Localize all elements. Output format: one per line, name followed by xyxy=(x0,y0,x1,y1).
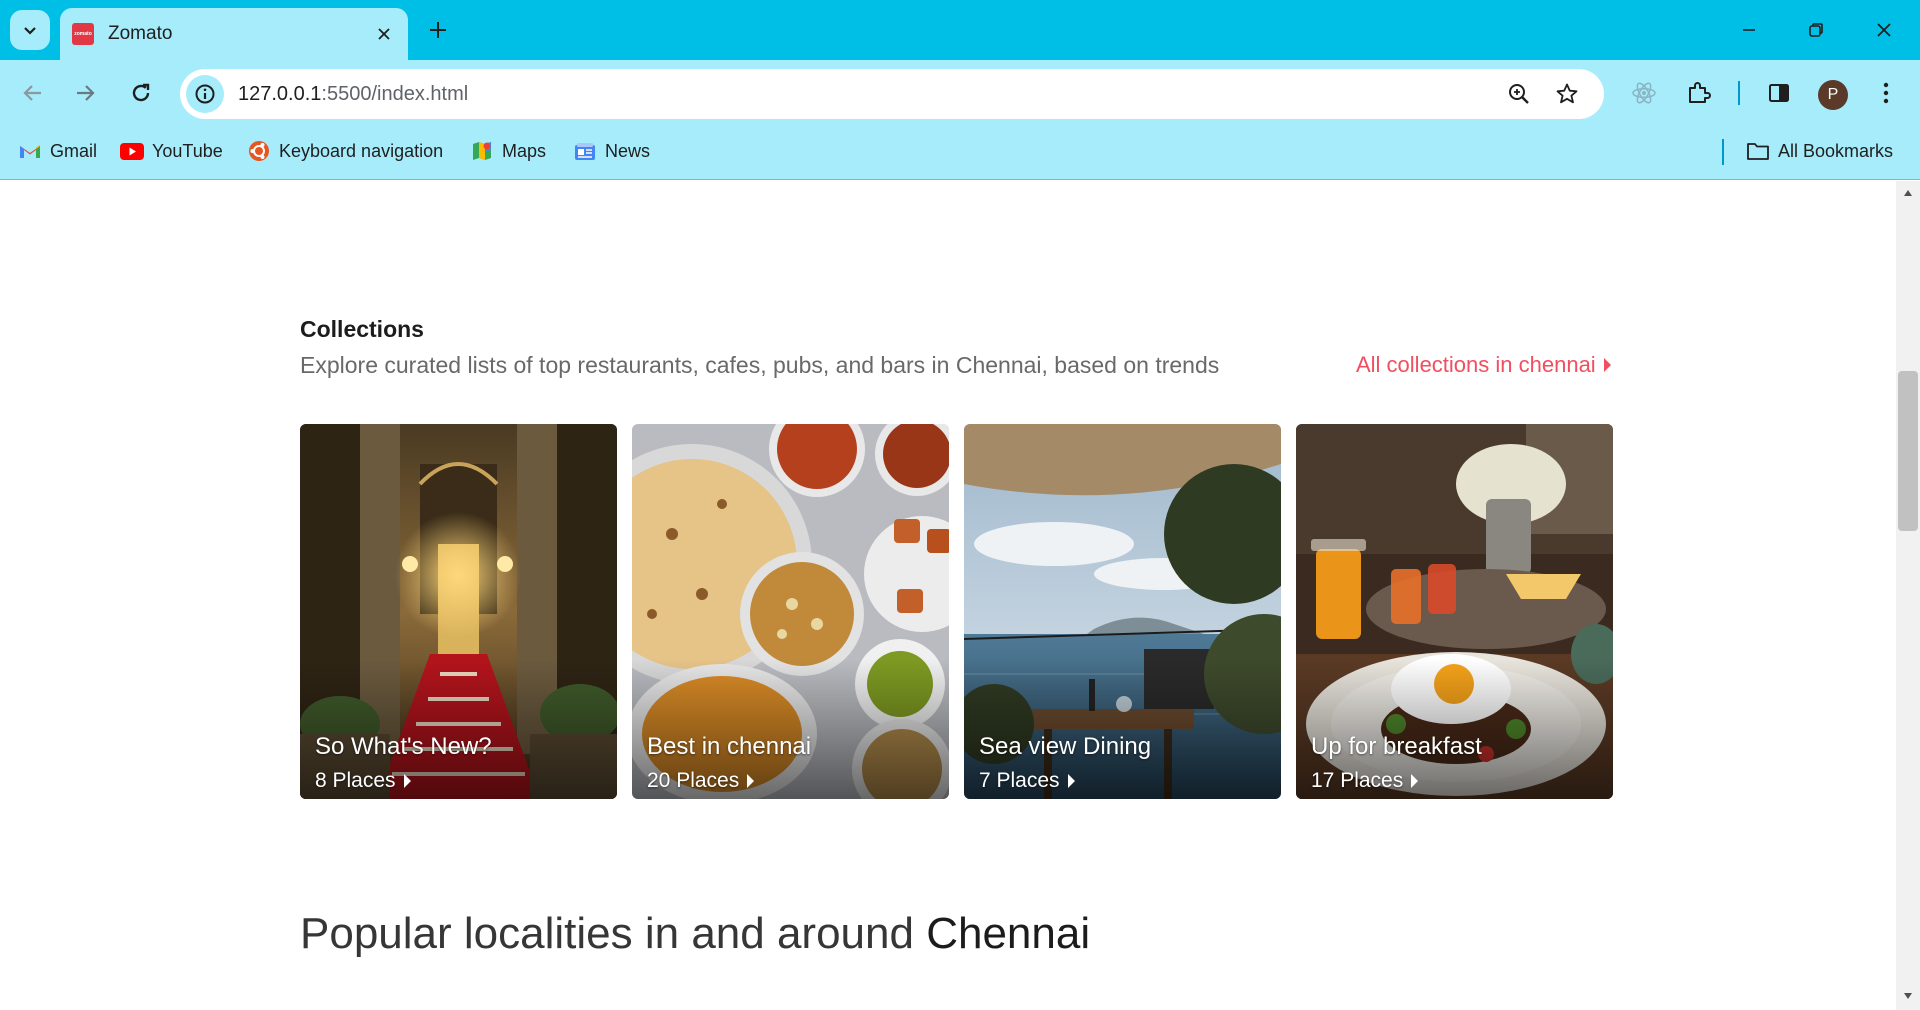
address-bar[interactable]: 127.0.0.1:5500/index.html xyxy=(180,69,1604,119)
puzzle-icon xyxy=(1689,82,1711,103)
ubuntu-icon xyxy=(247,139,271,163)
popular-localities-heading: Popular localities in and around Chennai xyxy=(300,909,1090,959)
bookmark-youtube[interactable]: YouTube xyxy=(120,137,223,165)
card-places-count: 7 Places xyxy=(979,769,1075,793)
card-places-count: 17 Places xyxy=(1311,769,1419,793)
collections-subtitle: Explore curated lists of top restaurants… xyxy=(300,352,1220,378)
caret-right-icon xyxy=(403,774,411,788)
zomato-favicon-icon: zomato xyxy=(72,23,94,45)
bookmark-maps[interactable]: Maps xyxy=(470,137,546,165)
places-count-label: 7 Places xyxy=(979,769,1060,792)
browser-toolbar: 127.0.0.1:5500/index.html xyxy=(0,60,1920,125)
folder-icon xyxy=(1746,139,1770,163)
collections-title: Collections xyxy=(300,316,424,342)
bookmark-label: Keyboard navigation xyxy=(279,140,444,161)
youtube-icon xyxy=(120,139,144,163)
site-info-button[interactable] xyxy=(186,75,224,113)
places-count-label: 17 Places xyxy=(1311,769,1404,792)
all-bookmarks-label: All Bookmarks xyxy=(1778,140,1894,161)
close-icon xyxy=(1877,23,1891,37)
side-panel-button[interactable] xyxy=(1760,74,1798,112)
page-viewport: Collections Explore curated lists of top… xyxy=(0,181,1896,1010)
favicon-text: zomato xyxy=(74,31,92,37)
collection-card-sea-view-dining[interactable]: Sea view Dining 7 Places xyxy=(964,424,1281,799)
popular-city: Chennai xyxy=(926,909,1091,958)
bookmark-news[interactable]: News xyxy=(573,137,650,165)
reload-button[interactable] xyxy=(122,74,160,112)
all-bookmarks-button[interactable]: All Bookmarks xyxy=(1746,137,1893,165)
star-icon xyxy=(1556,83,1578,104)
tab-search-button[interactable] xyxy=(10,10,50,50)
new-tab-button[interactable] xyxy=(424,16,452,44)
more-vertical-icon xyxy=(1883,82,1889,104)
back-button[interactable] xyxy=(14,74,52,112)
chevron-down-icon xyxy=(24,27,36,35)
side-panel-icon xyxy=(1769,84,1789,102)
card-title: Sea view Dining xyxy=(979,733,1152,760)
bookmark-keyboard-navigation[interactable]: Keyboard navigation xyxy=(247,137,443,165)
reload-icon xyxy=(132,83,150,102)
collection-card-up-for-breakfast[interactable]: Up for breakfast 17 Places xyxy=(1296,424,1613,799)
places-count-label: 20 Places xyxy=(647,769,740,792)
tab-strip: zomato Zomato xyxy=(0,0,1920,60)
gmail-icon xyxy=(18,139,42,163)
news-icon xyxy=(573,139,597,163)
close-icon xyxy=(378,28,390,40)
bookmarks-bar: Gmail YouTube Keyboard navigation Maps N… xyxy=(0,125,1920,180)
browser-menu-button[interactable] xyxy=(1867,74,1905,112)
places-count-label: 8 Places xyxy=(315,769,396,792)
collection-card-whats-new[interactable]: So What's New? 8 Places xyxy=(300,424,617,799)
react-icon xyxy=(1632,82,1656,104)
plus-icon xyxy=(430,22,446,38)
react-devtools-button[interactable] xyxy=(1625,74,1663,112)
bookmark-gmail[interactable]: Gmail xyxy=(18,137,97,165)
caret-right-icon xyxy=(1411,774,1419,788)
close-window-button[interactable] xyxy=(1861,12,1907,48)
minimize-button[interactable] xyxy=(1726,12,1772,48)
triangle-down-icon xyxy=(1904,993,1912,999)
zoom-button[interactable] xyxy=(1500,75,1538,113)
card-title: Up for breakfast xyxy=(1311,733,1482,760)
bookmark-label: Gmail xyxy=(50,140,98,161)
page-scrollbar[interactable] xyxy=(1896,181,1920,1010)
tab-title: Zomato xyxy=(108,23,173,44)
restore-icon xyxy=(1809,23,1823,37)
card-title: Best in chennai xyxy=(647,733,812,760)
arrow-right-icon xyxy=(77,85,95,101)
bookmark-label: News xyxy=(605,140,651,161)
popular-heading-text: Popular localities in and around xyxy=(300,909,914,958)
caret-right-icon xyxy=(1603,358,1611,372)
minimize-icon xyxy=(1743,29,1755,31)
maps-icon xyxy=(470,139,494,163)
bookmark-label: YouTube xyxy=(152,140,223,161)
bookmark-label: Maps xyxy=(502,140,547,161)
restore-button[interactable] xyxy=(1793,12,1839,48)
caret-right-icon xyxy=(1067,774,1075,788)
zoom-icon xyxy=(1509,84,1529,104)
tab-close-button[interactable] xyxy=(372,22,396,46)
toolbar-divider xyxy=(1738,81,1740,105)
info-icon xyxy=(195,84,215,104)
scroll-down-button[interactable] xyxy=(1900,988,1916,1004)
forward-button[interactable] xyxy=(66,74,104,112)
scrollbar-thumb[interactable] xyxy=(1898,371,1918,531)
card-places-count: 8 Places xyxy=(315,769,411,793)
card-places-count: 20 Places xyxy=(647,769,755,793)
triangle-up-icon xyxy=(1904,190,1912,196)
bookmarks-divider xyxy=(1722,139,1724,165)
collection-card-best-in-chennai[interactable]: Best in chennai 20 Places xyxy=(632,424,949,799)
card-title: So What's New? xyxy=(315,733,492,760)
profile-avatar[interactable]: P xyxy=(1818,80,1848,110)
browser-tab[interactable]: zomato Zomato xyxy=(60,8,408,60)
all-collections-label: All collections in chennai xyxy=(1356,352,1596,377)
bookmark-star-button[interactable] xyxy=(1548,75,1586,113)
url-path: :5500/index.html xyxy=(321,82,469,105)
caret-right-icon xyxy=(747,774,755,788)
arrow-left-icon xyxy=(23,85,41,101)
all-collections-link[interactable]: All collections in chennai xyxy=(1356,352,1611,378)
extensions-button[interactable] xyxy=(1679,74,1717,112)
scroll-up-button[interactable] xyxy=(1900,185,1916,201)
url-host: 127.0.0.1 xyxy=(238,82,322,105)
